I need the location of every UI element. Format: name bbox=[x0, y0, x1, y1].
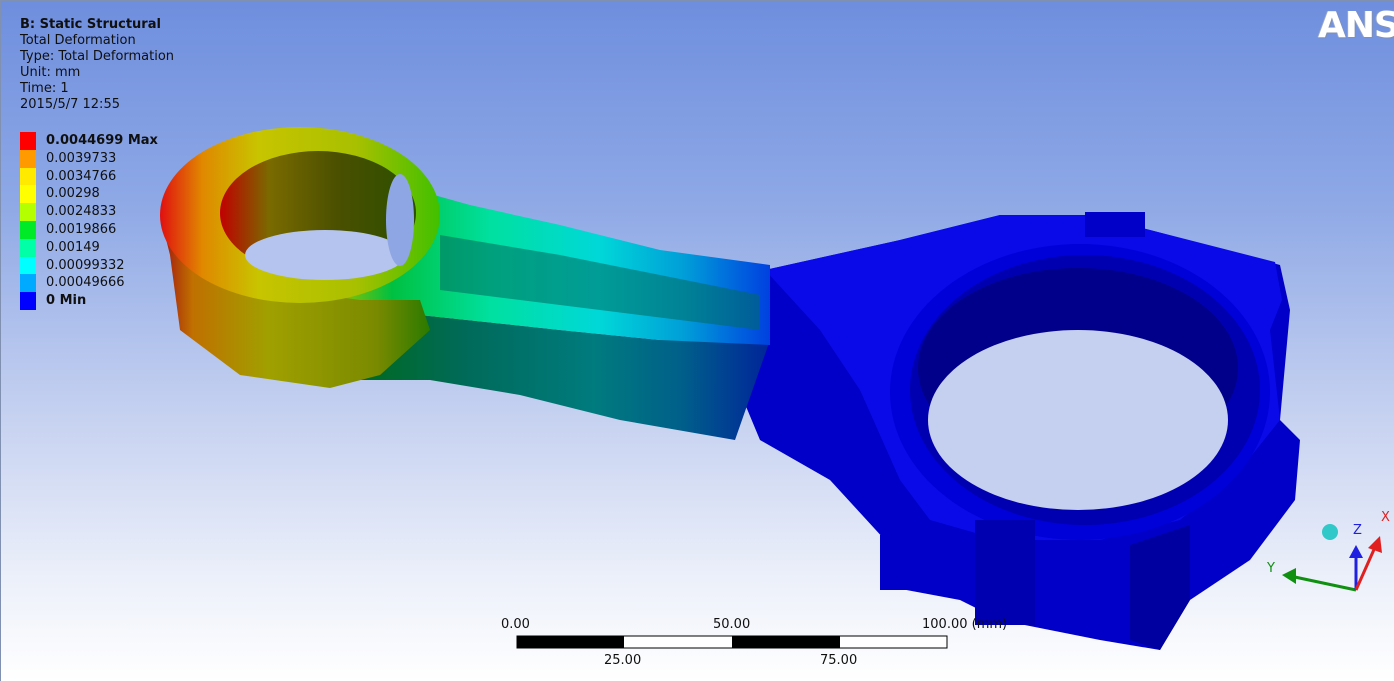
legend-row[interactable]: 0.00099332 bbox=[20, 256, 158, 275]
legend-label: 0.00099332 bbox=[46, 257, 125, 273]
scale-label-25: 25.00 bbox=[604, 653, 642, 668]
triad-z-label: Z bbox=[1353, 523, 1362, 538]
legend-swatch bbox=[20, 149, 36, 168]
result-time: Time: 1 bbox=[20, 81, 69, 96]
scale-label-75: 75.00 bbox=[820, 653, 858, 668]
legend-row[interactable]: 0.00049666 bbox=[20, 274, 158, 293]
legend-row[interactable]: 0.0034766 bbox=[20, 167, 158, 186]
ansys-logo: ANS bbox=[1318, 5, 1394, 46]
legend-label: 0.0019866 bbox=[46, 221, 117, 237]
legend-swatch bbox=[20, 256, 36, 275]
legend-row[interactable]: 0.0039733 bbox=[20, 149, 158, 168]
triad-y-label: Y bbox=[1266, 561, 1275, 576]
scale-label-0: 0.00 bbox=[501, 617, 530, 632]
legend-swatch bbox=[20, 292, 36, 310]
legend-row[interactable]: 0.0024833 bbox=[20, 203, 158, 221]
legend-row[interactable]: 0.0019866 bbox=[20, 220, 158, 239]
triad-view-ball bbox=[1322, 524, 1338, 540]
legend-row[interactable]: 0.0044699 Max bbox=[20, 132, 158, 150]
legend-label: 0.00049666 bbox=[46, 275, 125, 291]
result-type: Type: Total Deformation bbox=[20, 49, 175, 64]
legend-swatch bbox=[20, 167, 36, 186]
legend-row[interactable]: 0.00298 bbox=[20, 185, 158, 204]
triad-x-label: X bbox=[1381, 510, 1390, 525]
contour-legend[interactable]: 0.0044699 Max 0.0039733 0.0034766 0.00298 0.… bbox=[20, 132, 158, 310]
legend-swatch bbox=[20, 238, 36, 257]
legend-label: 0 Min bbox=[46, 293, 87, 309]
legend-label: 0.00149 bbox=[46, 239, 100, 255]
scale-label-50: 50.00 bbox=[713, 617, 751, 632]
legend-row[interactable]: 0.00149 bbox=[20, 238, 158, 257]
result-info: B: Static Structural Total Deformation T… bbox=[20, 17, 174, 113]
scale-label-100: 100.00 (mm) bbox=[922, 617, 1008, 632]
result-unit: Unit: mm bbox=[20, 65, 81, 80]
result-name: Total Deformation bbox=[20, 33, 136, 48]
legend-swatch bbox=[20, 203, 36, 221]
scale-bar bbox=[516, 635, 948, 649]
result-date: 2015/5/7 12:55 bbox=[20, 97, 120, 112]
legend-swatch bbox=[20, 132, 36, 150]
triad-y-axis bbox=[1289, 574, 1357, 592]
legend-label: 0.0044699 Max bbox=[46, 133, 158, 148]
connecting-rod-model[interactable]: Z X Y bbox=[0, 0, 1394, 681]
legend-swatch bbox=[20, 185, 36, 204]
coordinate-triad[interactable]: Z X Y bbox=[1266, 510, 1390, 592]
big-end-hole bbox=[928, 330, 1228, 510]
legend-label: 0.0039733 bbox=[46, 150, 117, 166]
legend-row[interactable]: 0 Min bbox=[20, 292, 158, 310]
legend-label: 0.0024833 bbox=[46, 204, 117, 220]
legend-swatch bbox=[20, 274, 36, 293]
legend-swatch bbox=[20, 220, 36, 239]
analysis-title: B: Static Structural bbox=[20, 17, 161, 32]
legend-label: 0.00298 bbox=[46, 186, 100, 202]
legend-label: 0.0034766 bbox=[46, 168, 117, 184]
